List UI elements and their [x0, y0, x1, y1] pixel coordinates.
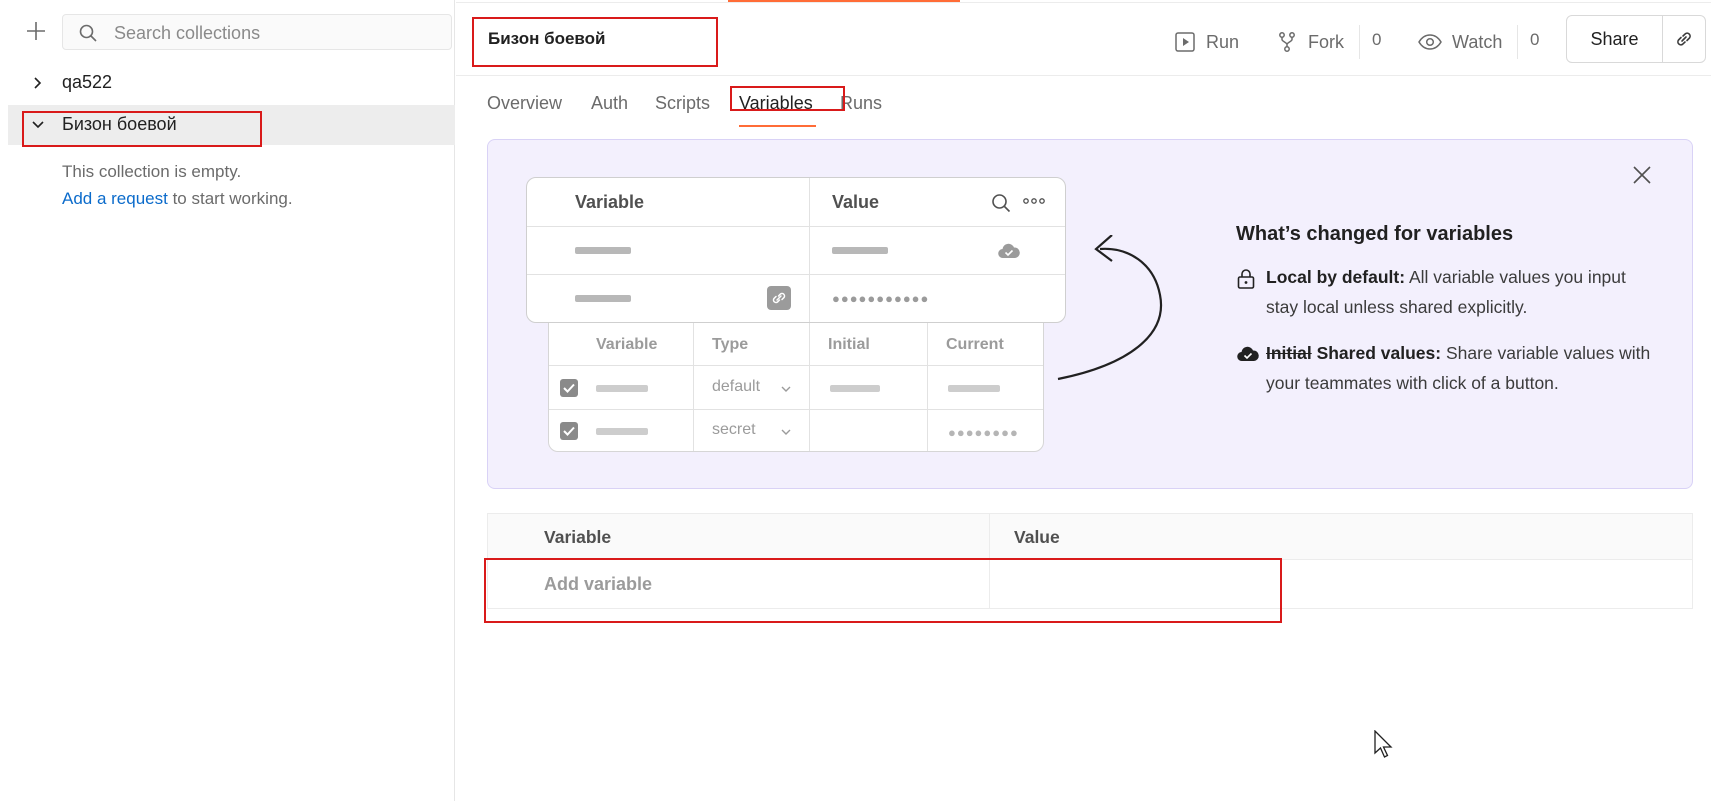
search-icon — [992, 194, 1011, 213]
link-icon — [767, 286, 791, 310]
variables-table: Variable Value Add variable — [487, 513, 1693, 609]
col-divider — [927, 323, 928, 451]
search-input[interactable]: Search collections — [62, 14, 452, 50]
row-divider — [527, 226, 1065, 227]
tab-active-indicator — [739, 125, 816, 127]
add-value-input[interactable] — [990, 561, 1692, 608]
masked-value: ●●●●●●●●●●● — [832, 291, 930, 306]
watch-label: Watch — [1452, 31, 1503, 52]
collection-item-bizon[interactable]: Бизон боевой — [8, 105, 455, 145]
tab-variables[interactable]: Variables — [739, 93, 813, 114]
collection-header: Бизон боевой Run Fork 0 Watch 0 Share — [456, 3, 1711, 76]
old-col-variable: Variable — [596, 336, 658, 353]
old-row1-type: default — [712, 378, 761, 395]
col-divider — [809, 323, 810, 451]
col-value: Value — [1014, 527, 1060, 547]
banner-item-bold: Local by default: — [1266, 267, 1406, 287]
row-divider — [527, 274, 1065, 275]
page-title[interactable]: Бизон боевой — [488, 29, 605, 49]
collection-name: Бизон боевой — [62, 114, 177, 134]
variables-info-banner: Variable Type Initial Current default se… — [487, 139, 1693, 489]
run-icon — [1175, 32, 1195, 52]
sidebar-toolbar: Search collections — [8, 14, 455, 50]
watch-button[interactable]: Watch — [1418, 27, 1502, 57]
fork-label: Fork — [1308, 31, 1344, 52]
new-variables-table: Variable Value ●●●●●●●●●●● — [526, 177, 1066, 323]
banner-text: What’s changed for variables Local by de… — [1236, 223, 1656, 398]
placeholder-bar — [948, 385, 1000, 392]
placeholder-bar — [575, 295, 631, 302]
old-row2-type: secret — [712, 421, 756, 438]
checkbox-checked-icon — [560, 379, 578, 397]
col-divider — [693, 323, 694, 451]
placeholder-bar — [596, 385, 648, 392]
placeholder-bar — [596, 428, 648, 435]
tab-runs[interactable]: Runs — [840, 93, 882, 114]
fork-count[interactable]: 0 — [1372, 30, 1381, 50]
cloud-check-icon — [1237, 346, 1259, 362]
link-icon — [1677, 32, 1691, 46]
empty-text: This collection is empty. — [62, 162, 242, 181]
checkbox-checked-icon — [560, 422, 578, 440]
empty-suffix: to start working. — [167, 189, 293, 208]
search-icon — [79, 24, 97, 42]
chevron-down-icon[interactable] — [30, 117, 46, 133]
placeholder-bar — [830, 385, 880, 392]
chevron-down-icon — [781, 386, 791, 392]
cloud-check-icon — [998, 243, 1020, 259]
share-button[interactable]: Share — [1567, 16, 1663, 62]
row-divider — [549, 365, 1043, 366]
placeholder-bar — [832, 247, 888, 254]
chevron-down-icon — [781, 429, 791, 435]
variables-illustration: Variable Type Initial Current default se… — [488, 140, 1188, 490]
divider — [1517, 25, 1518, 59]
curved-arrow-icon — [1057, 235, 1163, 381]
mouse-cursor-icon — [1374, 730, 1393, 758]
new-col-value: Value — [832, 192, 880, 212]
empty-collection-message: This collection is empty. Add a request … — [62, 158, 293, 212]
placeholder-bar — [575, 247, 631, 254]
banner-item-bold: Shared values: — [1311, 343, 1442, 363]
close-icon[interactable] — [1631, 164, 1653, 186]
banner-item-shared: Initial Shared values: Share variable va… — [1236, 338, 1656, 398]
add-request-link[interactable]: Add a request — [62, 189, 168, 208]
collection-item-qa522[interactable]: qa522 — [8, 63, 455, 103]
search-placeholder: Search collections — [114, 23, 261, 43]
table-header: Variable Value — [488, 514, 1692, 560]
run-button[interactable]: Run — [1174, 27, 1239, 57]
new-col-variable: Variable — [575, 192, 645, 212]
banner-item-strike: Initial — [1266, 343, 1312, 363]
old-col-initial: Initial — [828, 336, 870, 353]
banner-title: What’s changed for variables — [1236, 223, 1514, 245]
sidebar: Search collections qa522 Бизон боевой Th… — [8, 0, 455, 801]
banner-item-local: Local by default: All variable values yo… — [1236, 262, 1656, 322]
divider — [1359, 25, 1360, 59]
eye-icon — [1418, 34, 1442, 50]
masked-value: ●●●●●●●● — [948, 425, 1019, 440]
tab-scripts[interactable]: Scripts — [655, 93, 710, 114]
col-divider — [809, 178, 810, 322]
old-col-current: Current — [946, 336, 1004, 353]
run-label: Run — [1206, 31, 1240, 52]
col-variable: Variable — [544, 527, 612, 547]
watch-count[interactable]: 0 — [1530, 30, 1539, 50]
add-variable-input[interactable]: Add variable — [544, 574, 652, 595]
row-divider — [549, 409, 1043, 410]
tab-auth[interactable]: Auth — [591, 93, 628, 114]
tab-overview[interactable]: Overview — [487, 93, 562, 114]
lock-icon — [1237, 269, 1255, 289]
fork-icon — [1279, 32, 1295, 52]
old-col-type: Type — [712, 336, 749, 353]
fork-button[interactable]: Fork — [1276, 27, 1344, 57]
share-group: Share — [1566, 15, 1706, 63]
plus-icon[interactable] — [24, 19, 48, 43]
copy-link-button[interactable] — [1663, 16, 1705, 62]
collection-name: qa522 — [62, 72, 113, 92]
more-options-icon — [1023, 198, 1045, 204]
chevron-right-icon[interactable] — [30, 75, 46, 91]
